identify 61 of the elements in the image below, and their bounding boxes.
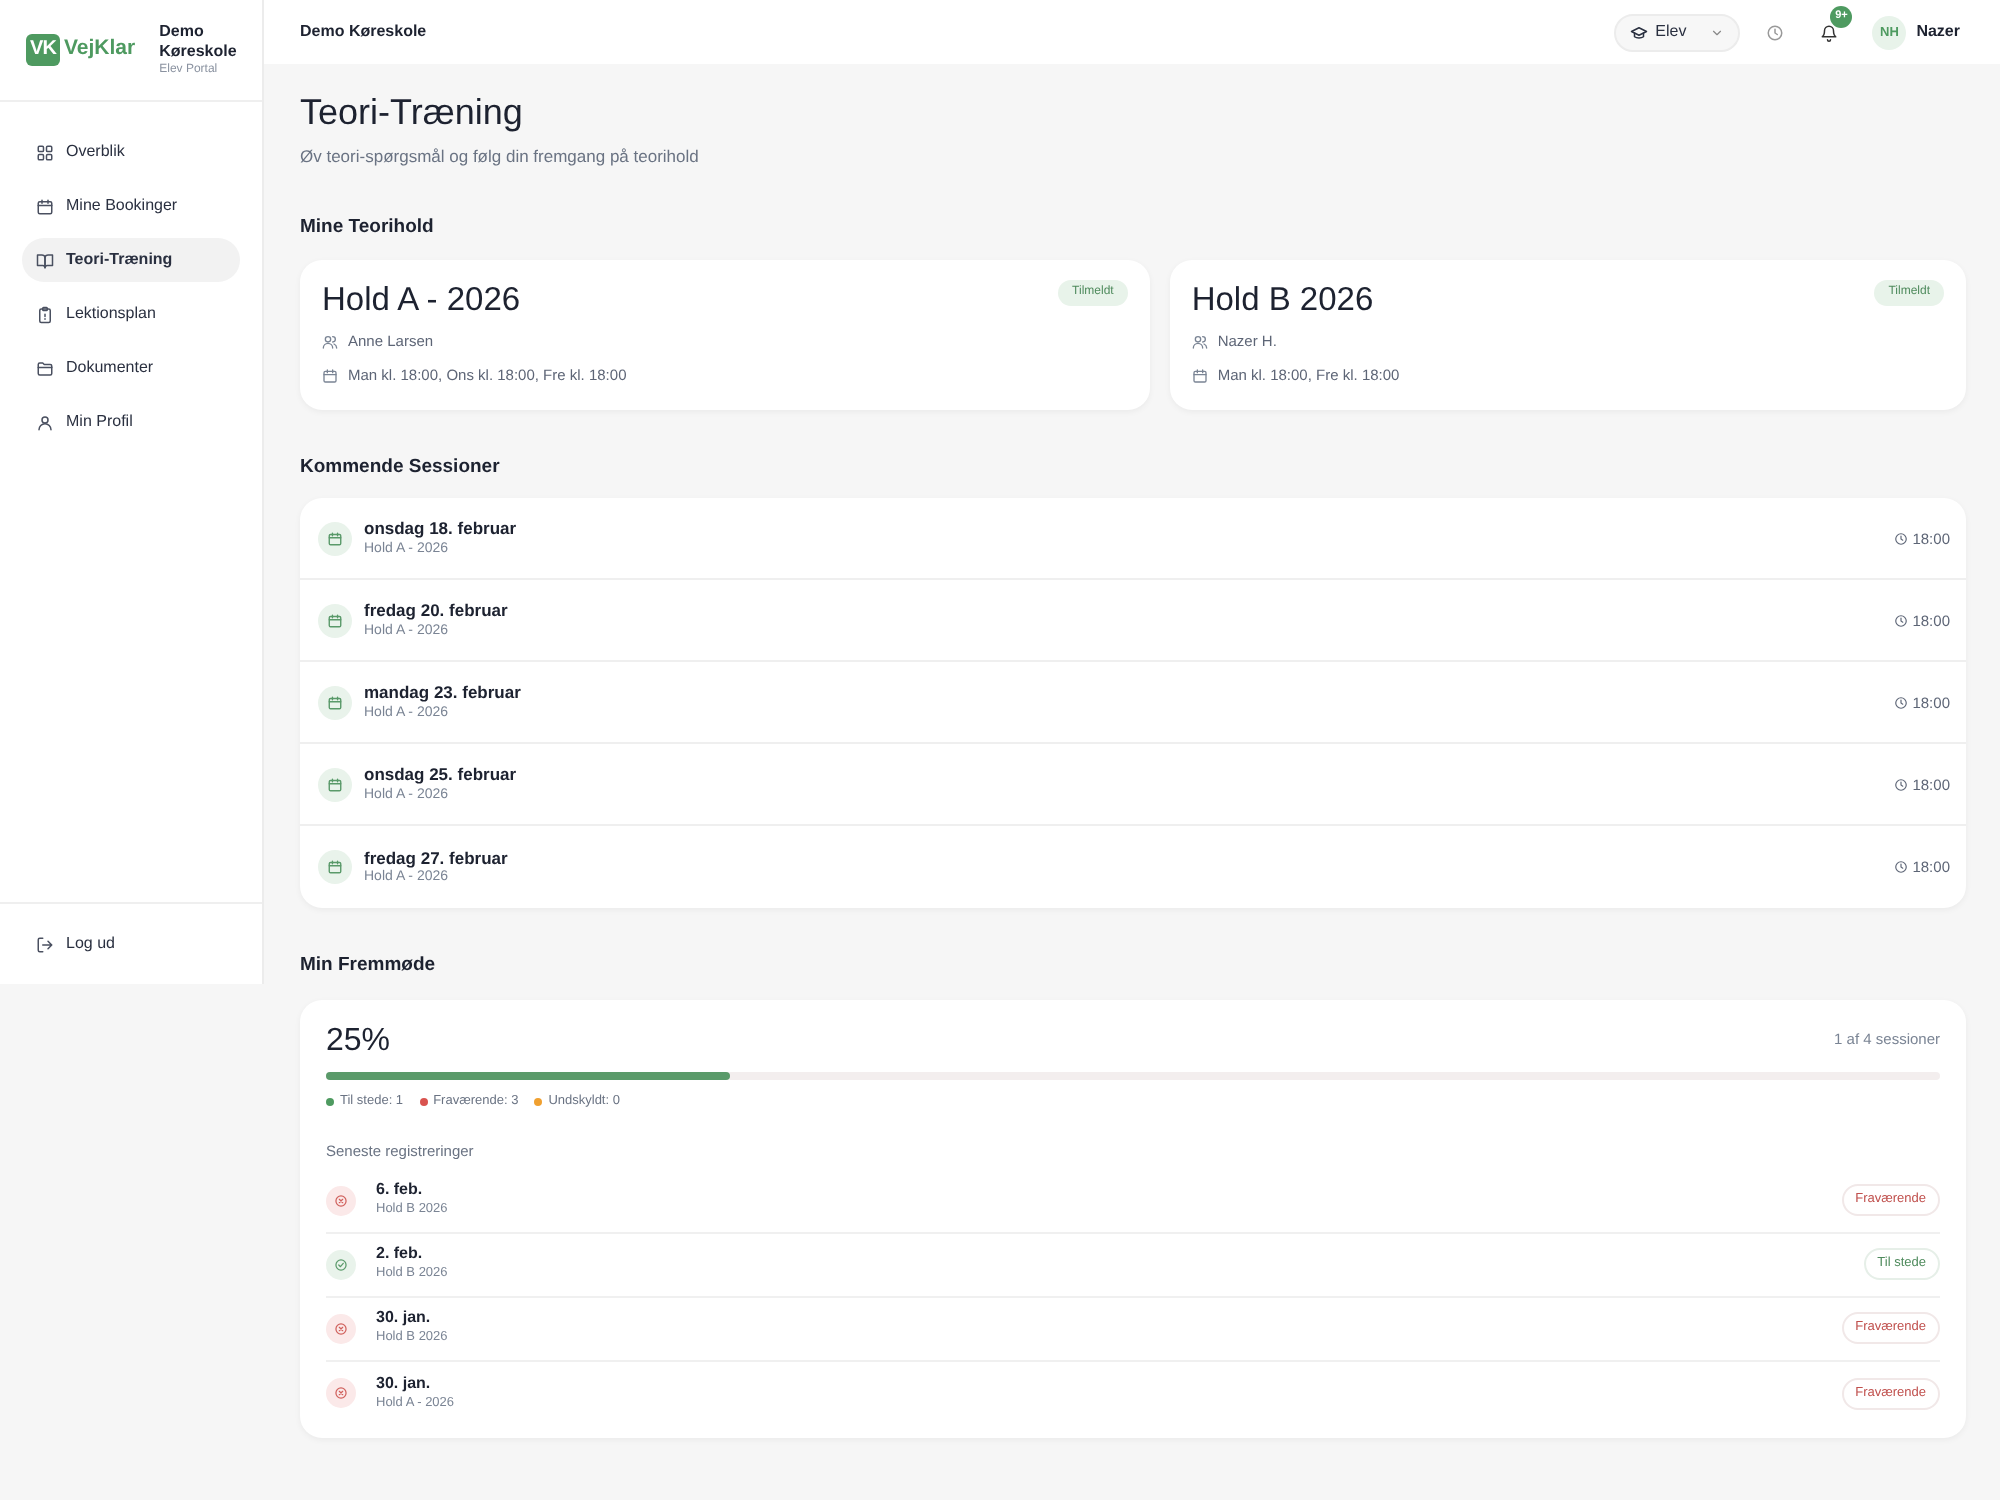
sidebar-item[interactable]: Min Profil <box>22 400 240 444</box>
book-icon <box>36 251 54 269</box>
clock-icon <box>1894 531 1909 546</box>
notifications-button[interactable] <box>1820 23 1839 41</box>
logout-button[interactable]: Log ud <box>22 922 240 966</box>
session-date: onsdag 25. februar <box>364 764 517 786</box>
record-date: 30. jan. <box>376 1373 433 1394</box>
calendar-icon <box>318 685 352 720</box>
calendar-icon <box>36 197 54 215</box>
record-date: 30. jan. <box>376 1308 433 1329</box>
session-date: fredag 20. februar <box>364 600 508 622</box>
x-circle-icon <box>326 1185 356 1216</box>
school-name: Demo Køreskole <box>300 20 427 44</box>
section-heading: Mine Teorihold <box>300 216 436 240</box>
logo-text: VejKlar <box>64 34 136 65</box>
calendar-icon <box>1191 367 1208 384</box>
logout-icon <box>36 935 54 953</box>
session-date: mandag 23. februar <box>364 682 521 704</box>
calendar-icon <box>318 850 352 885</box>
clock-icon <box>1894 695 1909 710</box>
calendar-icon <box>318 767 352 802</box>
clock-icon <box>1894 860 1909 875</box>
sidebar-item[interactable]: Lektionsplan <box>22 292 240 336</box>
grid-icon <box>36 143 54 161</box>
calendar-icon <box>318 603 352 638</box>
calendar-icon <box>322 367 338 384</box>
clock-button[interactable] <box>1766 23 1785 41</box>
record-date: 2. feb. <box>376 1244 425 1265</box>
logo-mark: VK <box>26 34 60 66</box>
clock-icon <box>1766 23 1785 41</box>
session-date: onsdag 18. februar <box>364 518 517 540</box>
role-dropdown[interactable]: Elev <box>1613 13 1741 51</box>
team-name: Hold A - 2026 <box>322 281 521 318</box>
user-icon <box>36 413 54 431</box>
calendar-icon <box>318 521 352 556</box>
sidebar-item[interactable]: Dokumenter <box>22 346 240 390</box>
section-heading: Min Fremmøde <box>300 954 438 978</box>
people-icon <box>322 333 338 349</box>
team-name: Hold B 2026 <box>1191 281 1374 318</box>
sidebar-item[interactable]: Overblik <box>22 130 240 174</box>
user-name: Nazer <box>1916 20 1960 44</box>
school-name: Demo Køreskole <box>159 21 239 61</box>
session-date: fredag 27. februar <box>364 847 508 869</box>
page-subtitle: Øv teori-spørgsmål og følg din fremgang på teorihold <box>300 143 701 169</box>
caret-icon <box>1710 25 1725 39</box>
x-circle-icon <box>326 1313 356 1344</box>
check-circle-icon <box>326 1249 356 1280</box>
folder-icon <box>36 359 54 377</box>
sidebar-item[interactable]: Mine Bookinger <box>22 184 240 228</box>
clock-icon <box>1894 777 1909 792</box>
section-heading: Kommende Sessioner <box>300 455 502 479</box>
clock-icon <box>1894 613 1909 628</box>
bell-icon <box>1820 23 1839 41</box>
graduation-cap-icon <box>1629 23 1648 41</box>
page-title: Teori-Træning <box>300 92 525 136</box>
record-date: 6. feb. <box>376 1180 425 1201</box>
people-icon <box>1191 333 1208 349</box>
clipboard-icon <box>36 305 54 323</box>
x-circle-icon <box>326 1378 356 1409</box>
attendance-percent: 25% <box>326 1021 391 1060</box>
sidebar-item[interactable]: Teori-Træning <box>22 238 240 282</box>
